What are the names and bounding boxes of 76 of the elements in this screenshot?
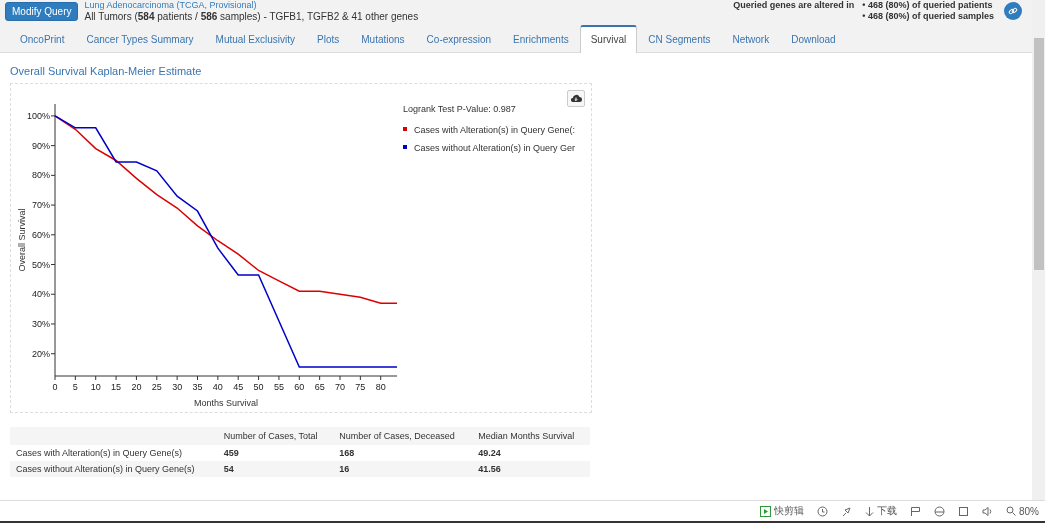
- clock-icon[interactable]: [817, 505, 828, 517]
- y-tick-label: 100%: [26, 110, 50, 121]
- x-axis-label: Months Survival: [194, 398, 258, 408]
- download-label[interactable]: 下载: [877, 504, 897, 518]
- table-cell: 459: [217, 445, 334, 461]
- x-tick-label: 80: [375, 382, 386, 392]
- legend-label: Cases with Alteration(s) in Query Gene(:: [414, 125, 576, 135]
- y-tick-label: 20%: [32, 348, 50, 359]
- tab[interactable]: Download: [780, 26, 847, 53]
- y-tick-label: 90%: [32, 140, 50, 151]
- pin-icon[interactable]: [841, 505, 852, 517]
- x-tick-label: 15: [111, 382, 122, 392]
- x-tick-label: 10: [90, 382, 101, 392]
- search-icon[interactable]: [1006, 506, 1016, 516]
- clip-label[interactable]: 快剪辑: [774, 504, 804, 518]
- x-tick-label: 25: [151, 382, 162, 392]
- row-label: Cases with Alteration(s) in Query Gene(s): [10, 445, 218, 461]
- tab[interactable]: Cancer Types Summary: [75, 26, 205, 53]
- x-tick-label: 60: [294, 382, 305, 392]
- tab[interactable]: Plots: [306, 26, 351, 53]
- query-summary: All Tumors (584 patients / 586 samples) - TGFB1, TGFB2 & 41 other genes: [84, 11, 419, 22]
- x-tick-label: 30: [172, 382, 183, 392]
- x-tick-label: 55: [273, 382, 284, 392]
- x-tick-label: 75: [355, 382, 366, 392]
- flag-icon[interactable]: [910, 505, 921, 517]
- altered-patients: • 468 (80%) of queried patients: [862, 0, 994, 11]
- tab[interactable]: Mutations: [350, 26, 416, 53]
- browser-icon[interactable]: [934, 505, 945, 517]
- y-tick-label: 40%: [32, 289, 50, 300]
- row-label: Cases without Alteration(s) in Query Gene(s): [10, 461, 218, 477]
- section-title: Overall Survival Kaplan-Meier Estimate: [10, 65, 203, 77]
- table-cell: 54: [217, 461, 334, 477]
- table-cell: 168: [333, 445, 473, 461]
- window-icon[interactable]: [958, 505, 969, 517]
- x-tick-label: 45: [233, 382, 244, 392]
- logrank-p-value: Logrank Test P-Value: 0.987: [403, 104, 516, 114]
- cloud-download-icon: [570, 94, 582, 103]
- x-tick-label: 65: [314, 382, 325, 392]
- table-cell: 41.56: [472, 461, 590, 477]
- y-tick-label: 30%: [32, 319, 50, 329]
- tab[interactable]: Network: [721, 26, 781, 53]
- link-icon[interactable]: [1004, 2, 1022, 20]
- x-tick-label: 35: [192, 382, 203, 392]
- altered-label: Queried genes are altered in: [733, 0, 855, 12]
- x-tick-label: 50: [253, 382, 264, 392]
- y-tick-label: 60%: [32, 229, 50, 240]
- altered-samples: • 468 (80%) of queried samples: [862, 11, 994, 22]
- y-tick-label: 70%: [32, 200, 50, 211]
- y-tick-label: 50%: [32, 259, 50, 270]
- play-icon[interactable]: [760, 505, 771, 517]
- tab[interactable]: Survival: [579, 25, 638, 53]
- table-cell: 49.24: [472, 445, 590, 461]
- down-arrow-icon[interactable]: [865, 505, 874, 517]
- x-tick-label: 5: [72, 382, 78, 392]
- table-cell: 16: [333, 461, 473, 477]
- tab[interactable]: Mutual Exclusivity: [204, 26, 306, 53]
- y-axis-label: Overall Survival: [17, 208, 27, 272]
- tab[interactable]: Enrichments: [502, 26, 580, 53]
- x-tick-label: 20: [131, 382, 142, 392]
- study-link[interactable]: Lung Adenocarcinoma (TCGA, Provisional): [84, 0, 419, 11]
- download-button[interactable]: [567, 90, 585, 107]
- y-tick-label: 80%: [32, 170, 50, 181]
- column-header: Median Months Survival: [472, 427, 590, 445]
- x-tick-label: 40: [212, 382, 223, 392]
- zoom-level[interactable]: 80%: [1019, 505, 1039, 517]
- speaker-icon[interactable]: [982, 505, 993, 517]
- scrollbar-thumb[interactable]: [1033, 38, 1044, 270]
- tab[interactable]: CN Segments: [637, 26, 722, 53]
- modify-query-button[interactable]: Modify Query: [5, 2, 79, 21]
- tab[interactable]: Co-expression: [415, 26, 503, 53]
- column-header: Number of Cases, Deceased: [333, 427, 473, 445]
- x-tick-label: 0: [52, 382, 58, 392]
- tab[interactable]: OncoPrint: [9, 26, 76, 53]
- x-tick-label: 70: [335, 382, 345, 392]
- legend-label: Cases without Alteration(s) in Query Ger: [414, 143, 576, 153]
- column-header: Number of Cases, Total: [217, 427, 334, 445]
